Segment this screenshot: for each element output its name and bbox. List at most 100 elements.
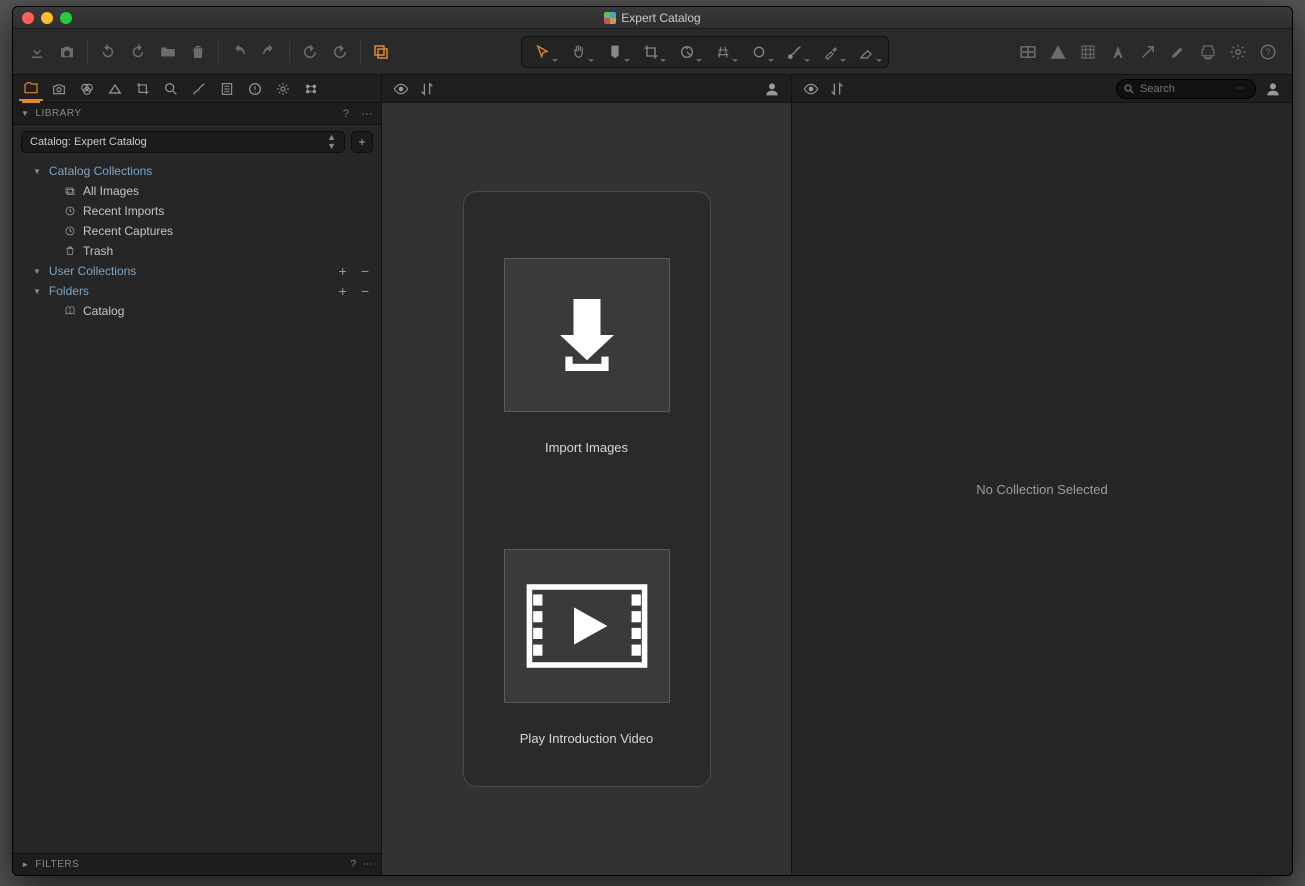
library-panel-header[interactable]: ▼ LIBRARY ? ⋯ bbox=[13, 103, 381, 125]
search-field[interactable]: ⋯ bbox=[1116, 79, 1256, 99]
clock-icon bbox=[63, 224, 77, 238]
add-collection-button[interactable]: + bbox=[335, 263, 351, 279]
import-images-button[interactable] bbox=[504, 258, 670, 412]
item-label: Catalog bbox=[83, 304, 124, 318]
straighten-tool[interactable] bbox=[670, 39, 704, 65]
capture-button[interactable] bbox=[53, 38, 81, 66]
help-button[interactable]: ? bbox=[1254, 38, 1282, 66]
user-collections-header[interactable]: ▼ User Collections + − bbox=[13, 261, 381, 281]
panel-menu-icon[interactable]: ⋯ bbox=[363, 859, 374, 870]
exposure-tab[interactable] bbox=[103, 77, 127, 101]
viewer-user-icon[interactable] bbox=[761, 77, 783, 101]
viewer-visibility-toggle[interactable] bbox=[390, 77, 412, 101]
chevron-right-icon: ▼ bbox=[21, 860, 30, 868]
filters-panel-title: FILTERS bbox=[35, 859, 79, 870]
folder-catalog-item[interactable]: Catalog bbox=[13, 301, 381, 321]
section-label: Catalog Collections bbox=[49, 164, 152, 178]
import-button[interactable] bbox=[23, 38, 51, 66]
folder-button[interactable] bbox=[154, 38, 182, 66]
stack-icon bbox=[63, 184, 77, 198]
browser-visibility-toggle[interactable] bbox=[800, 77, 822, 101]
panel-help-icon[interactable]: ? bbox=[343, 108, 350, 120]
main-toolbar: ? bbox=[13, 29, 1292, 75]
loupe-tool[interactable] bbox=[598, 39, 632, 65]
print-button[interactable] bbox=[1194, 38, 1222, 66]
library-tab[interactable] bbox=[19, 77, 43, 101]
viewer-sort-toggle[interactable] bbox=[416, 77, 438, 101]
warning-icon[interactable] bbox=[1044, 38, 1072, 66]
updown-chevron-icon: ▲▼ bbox=[327, 133, 336, 151]
capture-tab[interactable] bbox=[47, 77, 71, 101]
lens-tab[interactable] bbox=[131, 77, 155, 101]
rotate-right-button[interactable] bbox=[124, 38, 152, 66]
pan-tool[interactable] bbox=[562, 39, 596, 65]
output-tab[interactable] bbox=[271, 77, 295, 101]
reset-button[interactable] bbox=[296, 38, 324, 66]
search-options-icon[interactable]: ⋯ bbox=[1235, 83, 1246, 94]
welcome-card: Import Images bbox=[463, 191, 711, 787]
window-title: Expert Catalog bbox=[621, 11, 700, 25]
item-label: Recent Captures bbox=[83, 224, 173, 238]
details-tab[interactable] bbox=[159, 77, 183, 101]
select-tool[interactable] bbox=[526, 39, 560, 65]
play-video-label: Play Introduction Video bbox=[520, 731, 653, 746]
add-folder-button[interactable]: + bbox=[335, 283, 351, 299]
undo-button[interactable] bbox=[225, 38, 253, 66]
chevron-down-icon: ▼ bbox=[33, 287, 41, 296]
filters-panel-header[interactable]: ▼ FILTERS ? ⋯ bbox=[13, 853, 381, 875]
redo-adjustment-button[interactable] bbox=[326, 38, 354, 66]
browser-user-icon[interactable] bbox=[1262, 77, 1284, 101]
titlebar: Expert Catalog bbox=[13, 7, 1292, 29]
app-icon bbox=[604, 12, 616, 24]
trash-button[interactable] bbox=[184, 38, 212, 66]
grid-view-button[interactable] bbox=[1014, 38, 1042, 66]
export-button[interactable] bbox=[1134, 38, 1162, 66]
folders-header[interactable]: ▼ Folders + − bbox=[13, 281, 381, 301]
library-panel-title: LIBRARY bbox=[35, 108, 81, 119]
item-label: All Images bbox=[83, 184, 139, 198]
keystone-tool[interactable] bbox=[706, 39, 740, 65]
crop-tool[interactable] bbox=[634, 39, 668, 65]
rotate-left-button[interactable] bbox=[94, 38, 122, 66]
settings-button[interactable] bbox=[1224, 38, 1252, 66]
panel-help-icon[interactable]: ? bbox=[350, 859, 356, 870]
annotation-text-button[interactable] bbox=[1104, 38, 1132, 66]
search-input[interactable] bbox=[1140, 83, 1230, 95]
batch-tab[interactable] bbox=[299, 77, 323, 101]
remove-collection-button[interactable]: − bbox=[357, 263, 373, 279]
remove-folder-button[interactable]: − bbox=[357, 283, 373, 299]
play-intro-video-button[interactable] bbox=[504, 549, 670, 703]
chevron-down-icon: ▼ bbox=[21, 109, 29, 118]
eyedropper-tool[interactable] bbox=[814, 39, 848, 65]
trash-item[interactable]: Trash bbox=[13, 241, 381, 261]
search-icon bbox=[1123, 83, 1135, 95]
catalog-selector-label: Catalog: Expert Catalog bbox=[30, 136, 147, 148]
copy-adjustments-button[interactable] bbox=[367, 38, 395, 66]
trash-icon bbox=[63, 244, 77, 258]
color-tab[interactable] bbox=[75, 77, 99, 101]
brush-tool[interactable] bbox=[778, 39, 812, 65]
metadata-tab[interactable] bbox=[243, 77, 267, 101]
section-label: Folders bbox=[49, 284, 89, 298]
adjustments-tab[interactable] bbox=[215, 77, 239, 101]
library-sidebar: ▼ LIBRARY ? ⋯ Catalog: Expert Catalog ▲▼… bbox=[13, 103, 382, 875]
all-images-item[interactable]: All Images bbox=[13, 181, 381, 201]
book-icon bbox=[63, 304, 77, 318]
recent-imports-item[interactable]: Recent Imports bbox=[13, 201, 381, 221]
svg-text:?: ? bbox=[1265, 47, 1270, 57]
grid-overlay-button[interactable] bbox=[1074, 38, 1102, 66]
browser-sort-toggle[interactable] bbox=[826, 77, 848, 101]
spot-tool[interactable] bbox=[742, 39, 776, 65]
catalog-selector[interactable]: Catalog: Expert Catalog ▲▼ bbox=[21, 131, 345, 153]
local-adjust-tab[interactable] bbox=[187, 77, 211, 101]
recent-captures-item[interactable]: Recent Captures bbox=[13, 221, 381, 241]
redo-button[interactable] bbox=[255, 38, 283, 66]
catalog-collections-header[interactable]: ▼ Catalog Collections bbox=[13, 161, 381, 181]
viewer-panel: Import Images bbox=[382, 103, 792, 875]
panel-menu-icon[interactable]: ⋯ bbox=[362, 107, 374, 120]
edit-button[interactable] bbox=[1164, 38, 1192, 66]
catalog-add-button[interactable]: + bbox=[351, 131, 373, 153]
eraser-tool[interactable] bbox=[850, 39, 884, 65]
import-images-label: Import Images bbox=[545, 440, 628, 455]
cursor-tools bbox=[521, 36, 889, 68]
